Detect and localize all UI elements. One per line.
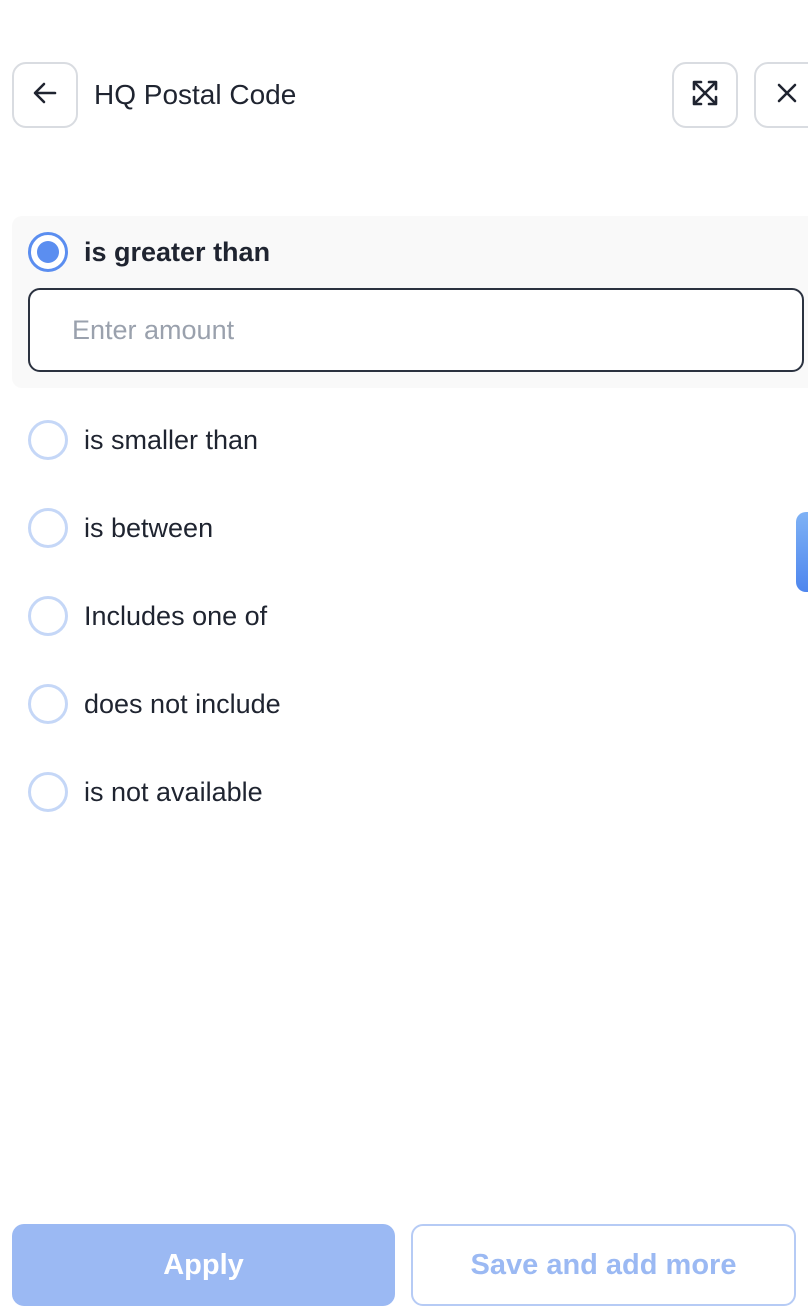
amount-input[interactable] bbox=[28, 288, 804, 372]
side-scroll-handle[interactable] bbox=[796, 512, 808, 592]
option-is-not-available[interactable]: is not available bbox=[28, 772, 263, 812]
option-is-smaller-than[interactable]: is smaller than bbox=[28, 420, 258, 460]
arrow-left-icon bbox=[31, 79, 59, 112]
option-label: is greater than bbox=[84, 237, 271, 267]
option-includes-one-of[interactable]: Includes one of bbox=[28, 596, 267, 636]
option-label: is between bbox=[84, 513, 214, 543]
option-label: is not available bbox=[84, 777, 263, 807]
radio-unchecked[interactable] bbox=[28, 420, 68, 460]
option-is-between[interactable]: is between bbox=[28, 508, 213, 548]
panel-title: HQ Postal Code bbox=[94, 79, 297, 110]
option-does-not-include[interactable]: does not include bbox=[28, 684, 281, 724]
filter-panel: HQ Postal Code is greater than Enter amo… bbox=[0, 0, 808, 1316]
radio-checked[interactable] bbox=[28, 232, 68, 272]
option-label: is smaller than bbox=[84, 425, 259, 455]
expand-button[interactable] bbox=[672, 62, 738, 128]
back-button[interactable] bbox=[12, 62, 78, 128]
radio-unchecked[interactable] bbox=[28, 508, 68, 548]
close-button[interactable] bbox=[754, 62, 808, 128]
option-is-greater-than[interactable]: is greater than bbox=[28, 232, 270, 272]
option-label: Includes one of bbox=[84, 601, 268, 631]
radio-unchecked[interactable] bbox=[28, 684, 68, 724]
radio-unchecked[interactable] bbox=[28, 772, 68, 812]
close-icon bbox=[775, 81, 799, 110]
option-label: does not include bbox=[84, 689, 281, 719]
save-and-add-more-button[interactable]: Save and add more bbox=[411, 1224, 796, 1306]
radio-unchecked[interactable] bbox=[28, 596, 68, 636]
apply-button[interactable]: Apply bbox=[12, 1224, 395, 1306]
expand-arrows-icon bbox=[690, 78, 720, 113]
